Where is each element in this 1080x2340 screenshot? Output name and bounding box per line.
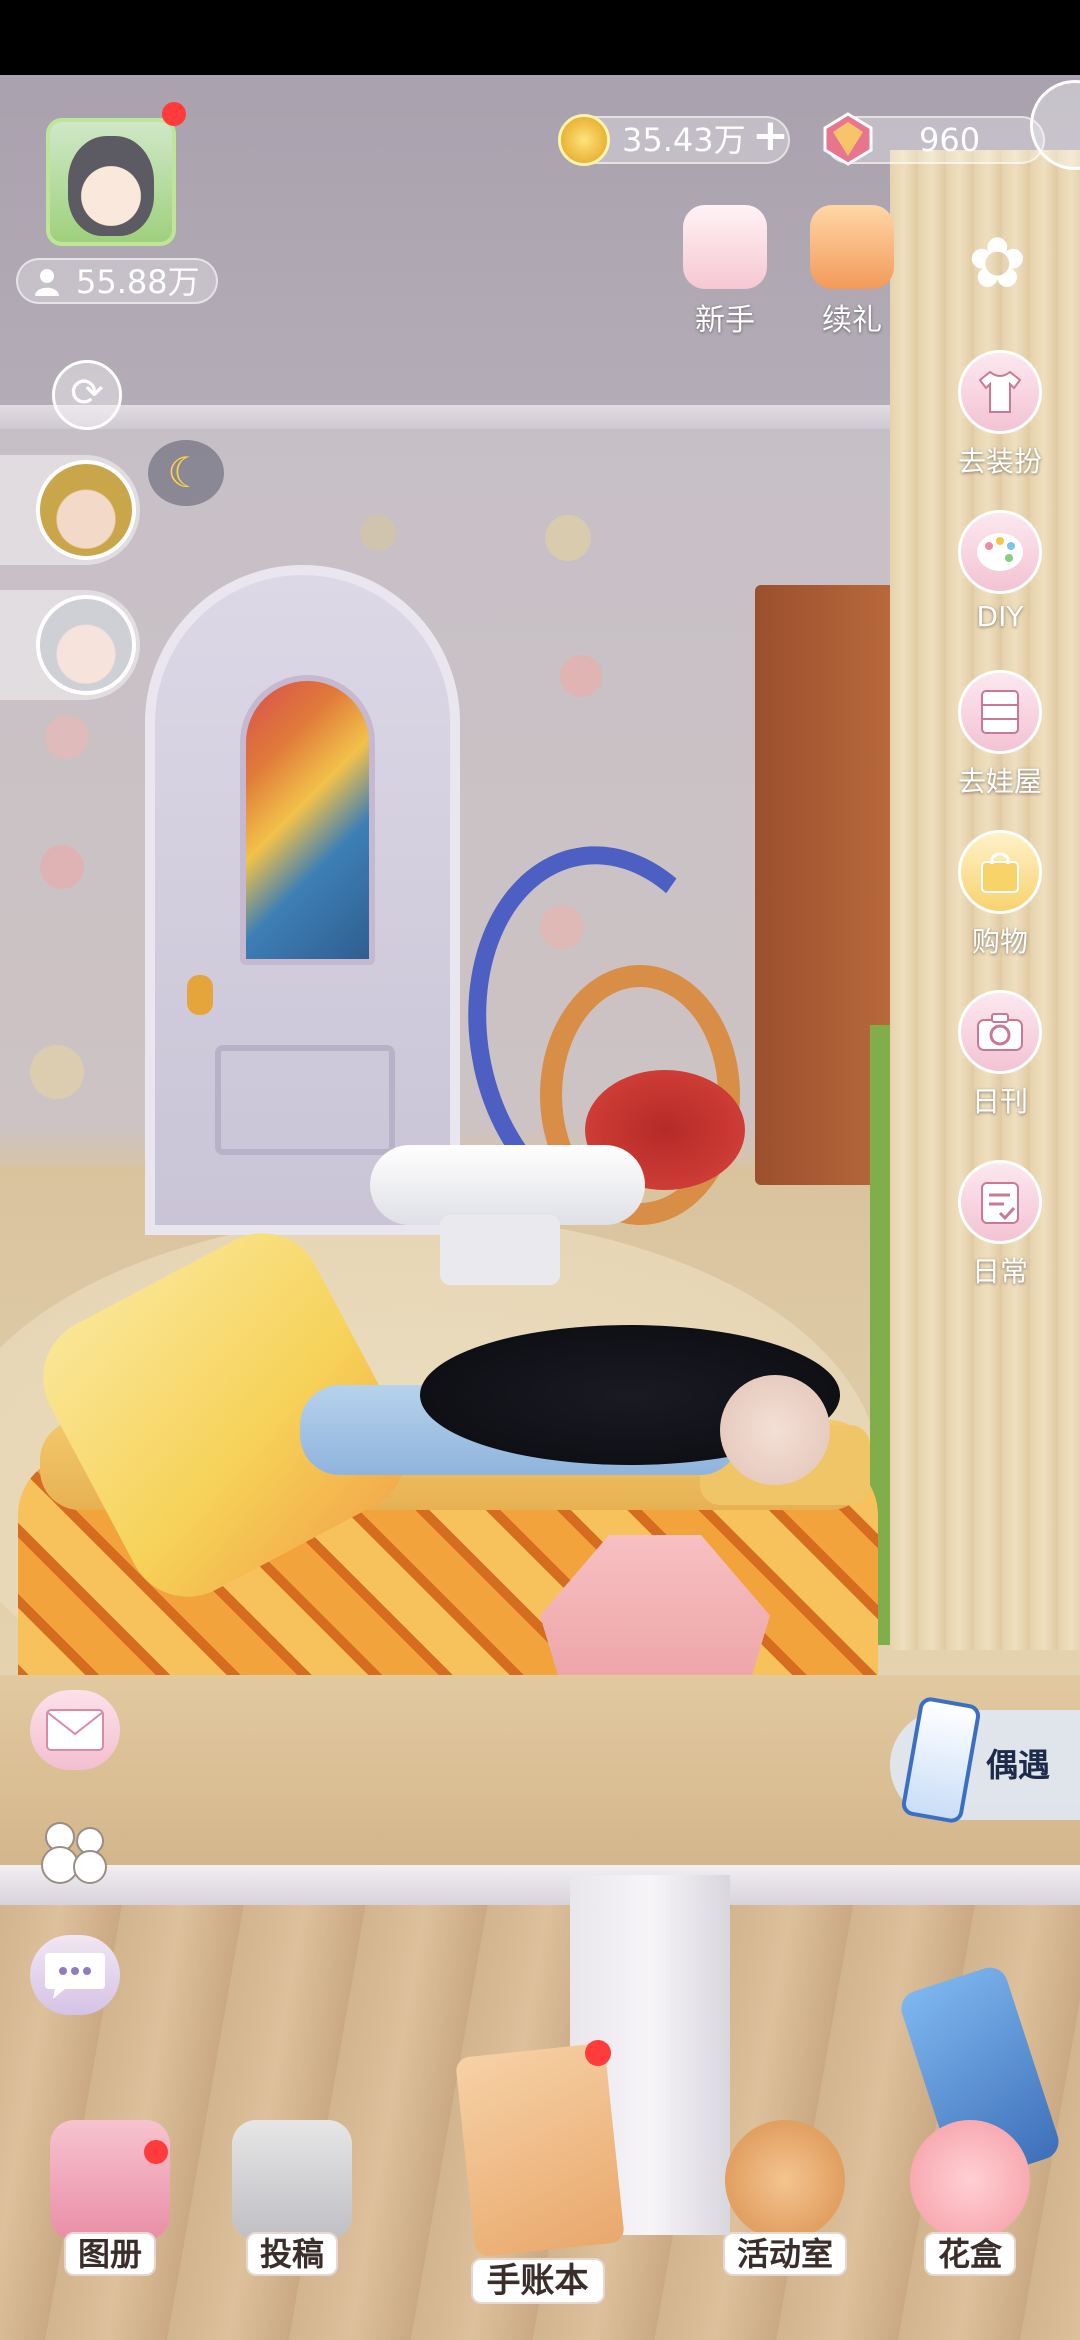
teddy-bear-icon bbox=[725, 2120, 845, 2240]
journal-icon bbox=[454, 2042, 626, 2258]
journal-label-wrap: 手账本 bbox=[445, 2258, 630, 2304]
door[interactable] bbox=[145, 565, 460, 1235]
newbie-label: 新手 bbox=[695, 303, 755, 338]
submit-label: 投稿 bbox=[245, 2232, 338, 2276]
side-table[interactable] bbox=[370, 1145, 645, 1225]
gift-cake-icon bbox=[683, 205, 767, 289]
album-icon bbox=[50, 2120, 170, 2240]
gem-icon bbox=[823, 112, 873, 166]
gem-balance[interactable]: 960 bbox=[823, 112, 1045, 166]
wallpaper-dot bbox=[40, 845, 84, 889]
avatar-notification-dot bbox=[162, 102, 186, 126]
doll-house-button[interactable]: 去娃屋 bbox=[950, 670, 1050, 800]
wallpaper-dot bbox=[45, 715, 89, 759]
stained-glass-window bbox=[240, 675, 375, 965]
envelope-icon bbox=[46, 1709, 104, 1751]
room-scene[interactable] bbox=[0, 75, 1080, 2340]
submit-button[interactable]: 投稿 bbox=[222, 2120, 362, 2276]
dress-up-label: 去装扮 bbox=[957, 445, 1042, 478]
palette-icon bbox=[958, 510, 1042, 594]
shopping-label: 购物 bbox=[971, 925, 1028, 958]
daily-journal-button[interactable]: 日刊 bbox=[950, 990, 1050, 1120]
flower-box-button[interactable]: 花盒 bbox=[900, 2120, 1040, 2276]
coin-amount: 35.43万 bbox=[622, 121, 746, 159]
player-avatar[interactable] bbox=[46, 118, 176, 246]
diy-label: DIY bbox=[976, 600, 1024, 633]
side-table-base bbox=[440, 1215, 560, 1285]
chat-button[interactable] bbox=[30, 1935, 120, 2015]
refresh-icon: ⟳ bbox=[70, 370, 104, 416]
balcony-rail bbox=[0, 1865, 1080, 1905]
daily-tasks-label: 日常 bbox=[971, 1255, 1028, 1288]
person-icon bbox=[35, 269, 59, 296]
tv-gift-icon bbox=[810, 205, 894, 289]
diy-button[interactable]: DIY bbox=[950, 510, 1050, 633]
album-label: 图册 bbox=[63, 2232, 156, 2276]
daily-tasks-button[interactable]: 日常 bbox=[950, 1160, 1050, 1290]
mail-button[interactable] bbox=[30, 1690, 120, 1770]
sleeping-doll-face bbox=[720, 1375, 830, 1485]
activity-room-label: 活动室 bbox=[722, 2232, 847, 2276]
refresh-button[interactable]: ⟳ bbox=[52, 360, 122, 430]
flower-box-label: 花盒 bbox=[923, 2232, 1016, 2276]
door-panel bbox=[215, 1045, 395, 1155]
journal-label: 手账本 bbox=[470, 2258, 605, 2304]
coin-balance[interactable]: 35.43万 + bbox=[558, 114, 790, 166]
ceiling-trim bbox=[0, 405, 900, 429]
flower-menu-icon[interactable]: ✿ bbox=[968, 228, 1027, 298]
daily-journal-label: 日刊 bbox=[971, 1085, 1028, 1118]
sleeping-moon-icon: ☾ bbox=[148, 440, 224, 506]
shopping-button[interactable]: 购物 bbox=[950, 830, 1050, 960]
journal-notification-dot bbox=[585, 2040, 611, 2066]
wallpaper-dot bbox=[360, 515, 396, 551]
encounter-label: 偶遇 bbox=[986, 1746, 1051, 1784]
encounter-button[interactable]: 偶遇 bbox=[890, 1695, 1080, 1825]
friend-slot-1[interactable] bbox=[0, 455, 140, 565]
journal-button[interactable]: 手账本 bbox=[445, 2040, 630, 2304]
album-notification-dot bbox=[144, 2140, 168, 2164]
friend-avatar bbox=[36, 595, 136, 695]
status-bar bbox=[0, 0, 1080, 75]
dress-up-button[interactable]: 去装扮 bbox=[950, 350, 1050, 480]
newbie-button[interactable]: 新手 bbox=[670, 205, 780, 339]
doll-house-label: 去娃屋 bbox=[957, 765, 1042, 798]
cabinet-icon bbox=[958, 670, 1042, 754]
avatar-portrait bbox=[68, 136, 154, 236]
add-coins-button[interactable]: + bbox=[752, 114, 789, 158]
activity-room-button[interactable]: 活动室 bbox=[715, 2120, 855, 2276]
gem-amount: 960 bbox=[919, 121, 981, 159]
fans-count: 55.88万 bbox=[76, 263, 200, 301]
clapperboard-icon bbox=[232, 2120, 352, 2240]
snowman-friends-icon bbox=[41, 1822, 107, 1884]
fans-counter[interactable]: 55.88万 bbox=[16, 258, 218, 304]
renew-gift-button[interactable]: 续礼 bbox=[797, 205, 907, 339]
friends-button[interactable] bbox=[30, 1810, 120, 1890]
wallpaper-dot bbox=[545, 515, 591, 561]
renew-gift-label: 续礼 bbox=[822, 303, 882, 338]
friend-avatar bbox=[36, 460, 136, 560]
shirt-icon bbox=[958, 350, 1042, 434]
wallpaper-dot bbox=[30, 1045, 84, 1099]
checklist-icon bbox=[958, 1160, 1042, 1244]
camera-icon bbox=[958, 990, 1042, 1074]
friend-slot-2[interactable] bbox=[0, 590, 140, 700]
wallpaper-dot bbox=[560, 655, 602, 697]
door-knob bbox=[187, 975, 213, 1015]
shopping-bag-icon bbox=[958, 830, 1042, 914]
flower-box-icon bbox=[910, 2120, 1030, 2240]
chat-bubble-icon bbox=[45, 1953, 105, 1999]
coin-icon bbox=[558, 114, 610, 166]
